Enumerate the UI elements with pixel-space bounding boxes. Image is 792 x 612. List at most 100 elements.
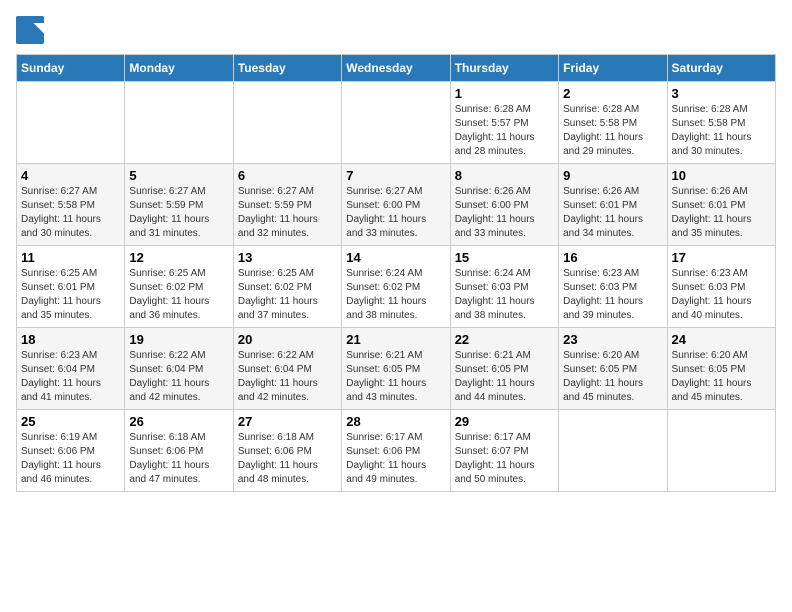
day-number: 12	[129, 250, 228, 265]
day-info: Sunrise: 6:24 AMSunset: 6:02 PMDaylight:…	[346, 267, 445, 323]
calendar-cell: 17Sunrise: 6:23 AMSunset: 6:03 PMDayligh…	[667, 246, 775, 328]
days-of-week-row: SundayMondayTuesdayWednesdayThursdayFrid…	[17, 55, 776, 82]
day-number: 23	[563, 332, 662, 347]
logo-icon	[16, 16, 44, 44]
day-info: Sunrise: 6:18 AMSunset: 6:06 PMDaylight:…	[238, 431, 337, 487]
calendar-cell	[233, 82, 341, 164]
day-info: Sunrise: 6:20 AMSunset: 6:05 PMDaylight:…	[672, 349, 771, 405]
calendar-cell: 15Sunrise: 6:24 AMSunset: 6:03 PMDayligh…	[450, 246, 558, 328]
day-number: 20	[238, 332, 337, 347]
day-number: 18	[21, 332, 120, 347]
calendar-cell: 9 Sunrise: 6:26 AMSunset: 6:01 PMDaylight…	[559, 164, 667, 246]
calendar-cell: 10 Sunrise: 6:26 AMSunset: 6:01 PMDayligh…	[667, 164, 775, 246]
calendar-cell: 8Sunrise: 6:26 AMSunset: 6:00 PMDaylight…	[450, 164, 558, 246]
dow-header-saturday: Saturday	[667, 55, 775, 82]
day-number: 25	[21, 414, 120, 429]
day-number: 10	[672, 168, 771, 183]
dow-header-friday: Friday	[559, 55, 667, 82]
day-number: 5	[129, 168, 228, 183]
day-number: 2	[563, 86, 662, 101]
day-number: 19	[129, 332, 228, 347]
day-info: Sunrise: 6:26 AMSunset: 6:01 PMDaylight:…	[563, 185, 662, 241]
day-info: Sunrise: 6:20 AMSunset: 6:05 PMDaylight:…	[563, 349, 662, 405]
day-info: Sunrise: 6:27 AMSunset: 5:59 PMDaylight:…	[129, 185, 228, 241]
day-number: 14	[346, 250, 445, 265]
calendar-cell: 24 Sunrise: 6:20 AMSunset: 6:05 PMDayligh…	[667, 328, 775, 410]
day-number: 11	[21, 250, 120, 265]
dow-header-tuesday: Tuesday	[233, 55, 341, 82]
day-info: Sunrise: 6:18 AMSunset: 6:06 PMDaylight:…	[129, 431, 228, 487]
calendar-cell: 12 Sunrise: 6:25 AMSunset: 6:02 PMDayligh…	[125, 246, 233, 328]
day-info: Sunrise: 6:27 AMSunset: 6:00 PMDaylight:…	[346, 185, 445, 241]
calendar-cell: 2 Sunrise: 6:28 AMSunset: 5:58 PMDaylight…	[559, 82, 667, 164]
day-info: Sunrise: 6:28 AMSunset: 5:58 PMDaylight:…	[563, 103, 662, 159]
day-info: Sunrise: 6:27 AMSunset: 5:58 PMDaylight:…	[21, 185, 120, 241]
day-info: Sunrise: 6:19 AMSunset: 6:06 PMDaylight:…	[21, 431, 120, 487]
day-info: Sunrise: 6:22 AMSunset: 6:04 PMDaylight:…	[238, 349, 337, 405]
day-number: 7	[346, 168, 445, 183]
calendar-cell: 27 Sunrise: 6:18 AMSunset: 6:06 PMDayligh…	[233, 410, 341, 492]
day-info: Sunrise: 6:21 AMSunset: 6:05 PMDaylight:…	[346, 349, 445, 405]
calendar-cell: 1 Sunrise: 6:28 AMSunset: 5:57 PMDaylight…	[450, 82, 558, 164]
day-info: Sunrise: 6:23 AMSunset: 6:03 PMDaylight:…	[563, 267, 662, 323]
calendar-cell: 13 Sunrise: 6:25 AMSunset: 6:02 PMDayligh…	[233, 246, 341, 328]
day-number: 28	[346, 414, 445, 429]
calendar-cell: 16 Sunrise: 6:23 AMSunset: 6:03 PMDayligh…	[559, 246, 667, 328]
day-number: 29	[455, 414, 554, 429]
calendar-cell: 19 Sunrise: 6:22 AMSunset: 6:04 PMDayligh…	[125, 328, 233, 410]
calendar-cell: 29 Sunrise: 6:17 AMSunset: 6:07 PMDayligh…	[450, 410, 558, 492]
week-row-3: 11 Sunrise: 6:25 AMSunset: 6:01 PMDayligh…	[17, 246, 776, 328]
day-number: 24	[672, 332, 771, 347]
calendar-cell	[559, 410, 667, 492]
day-info: Sunrise: 6:17 AMSunset: 6:06 PMDaylight:…	[346, 431, 445, 487]
day-number: 3	[672, 86, 771, 101]
week-row-4: 18Sunrise: 6:23 AMSunset: 6:04 PMDayligh…	[17, 328, 776, 410]
logo	[16, 16, 48, 44]
day-info: Sunrise: 6:17 AMSunset: 6:07 PMDaylight:…	[455, 431, 554, 487]
calendar-cell	[17, 82, 125, 164]
day-info: Sunrise: 6:25 AMSunset: 6:01 PMDaylight:…	[21, 267, 120, 323]
day-number: 26	[129, 414, 228, 429]
day-info: Sunrise: 6:27 AMSunset: 5:59 PMDaylight:…	[238, 185, 337, 241]
calendar-table: SundayMondayTuesdayWednesdayThursdayFrid…	[16, 54, 776, 492]
calendar-cell: 20 Sunrise: 6:22 AMSunset: 6:04 PMDayligh…	[233, 328, 341, 410]
calendar-cell: 23 Sunrise: 6:20 AMSunset: 6:05 PMDayligh…	[559, 328, 667, 410]
day-number: 17	[672, 250, 771, 265]
day-info: Sunrise: 6:25 AMSunset: 6:02 PMDaylight:…	[238, 267, 337, 323]
calendar-cell: 5 Sunrise: 6:27 AMSunset: 5:59 PMDaylight…	[125, 164, 233, 246]
week-row-5: 25 Sunrise: 6:19 AMSunset: 6:06 PMDayligh…	[17, 410, 776, 492]
calendar-cell: 28 Sunrise: 6:17 AMSunset: 6:06 PMDayligh…	[342, 410, 450, 492]
day-number: 22	[455, 332, 554, 347]
day-info: Sunrise: 6:22 AMSunset: 6:04 PMDaylight:…	[129, 349, 228, 405]
day-info: Sunrise: 6:21 AMSunset: 6:05 PMDaylight:…	[455, 349, 554, 405]
day-info: Sunrise: 6:28 AMSunset: 5:58 PMDaylight:…	[672, 103, 771, 159]
calendar-cell: 3 Sunrise: 6:28 AMSunset: 5:58 PMDaylight…	[667, 82, 775, 164]
calendar-cell: 22 Sunrise: 6:21 AMSunset: 6:05 PMDayligh…	[450, 328, 558, 410]
day-number: 1	[455, 86, 554, 101]
calendar-cell: 26 Sunrise: 6:18 AMSunset: 6:06 PMDayligh…	[125, 410, 233, 492]
day-number: 8	[455, 168, 554, 183]
day-info: Sunrise: 6:26 AMSunset: 6:01 PMDaylight:…	[672, 185, 771, 241]
day-number: 6	[238, 168, 337, 183]
day-number: 4	[21, 168, 120, 183]
calendar-cell: 11 Sunrise: 6:25 AMSunset: 6:01 PMDayligh…	[17, 246, 125, 328]
day-number: 21	[346, 332, 445, 347]
calendar-cell: 21 Sunrise: 6:21 AMSunset: 6:05 PMDayligh…	[342, 328, 450, 410]
day-number: 13	[238, 250, 337, 265]
day-number: 9	[563, 168, 662, 183]
day-info: Sunrise: 6:25 AMSunset: 6:02 PMDaylight:…	[129, 267, 228, 323]
day-number: 27	[238, 414, 337, 429]
day-info: Sunrise: 6:28 AMSunset: 5:57 PMDaylight:…	[455, 103, 554, 159]
calendar-cell	[125, 82, 233, 164]
calendar-cell: 14 Sunrise: 6:24 AMSunset: 6:02 PMDayligh…	[342, 246, 450, 328]
calendar-cell: 18Sunrise: 6:23 AMSunset: 6:04 PMDayligh…	[17, 328, 125, 410]
day-number: 16	[563, 250, 662, 265]
calendar-cell: 25 Sunrise: 6:19 AMSunset: 6:06 PMDayligh…	[17, 410, 125, 492]
dow-header-monday: Monday	[125, 55, 233, 82]
week-row-1: 1 Sunrise: 6:28 AMSunset: 5:57 PMDaylight…	[17, 82, 776, 164]
day-number: 15	[455, 250, 554, 265]
dow-header-thursday: Thursday	[450, 55, 558, 82]
calendar-body: 1 Sunrise: 6:28 AMSunset: 5:57 PMDaylight…	[17, 82, 776, 492]
calendar-cell: 6 Sunrise: 6:27 AMSunset: 5:59 PMDaylight…	[233, 164, 341, 246]
calendar-cell	[342, 82, 450, 164]
